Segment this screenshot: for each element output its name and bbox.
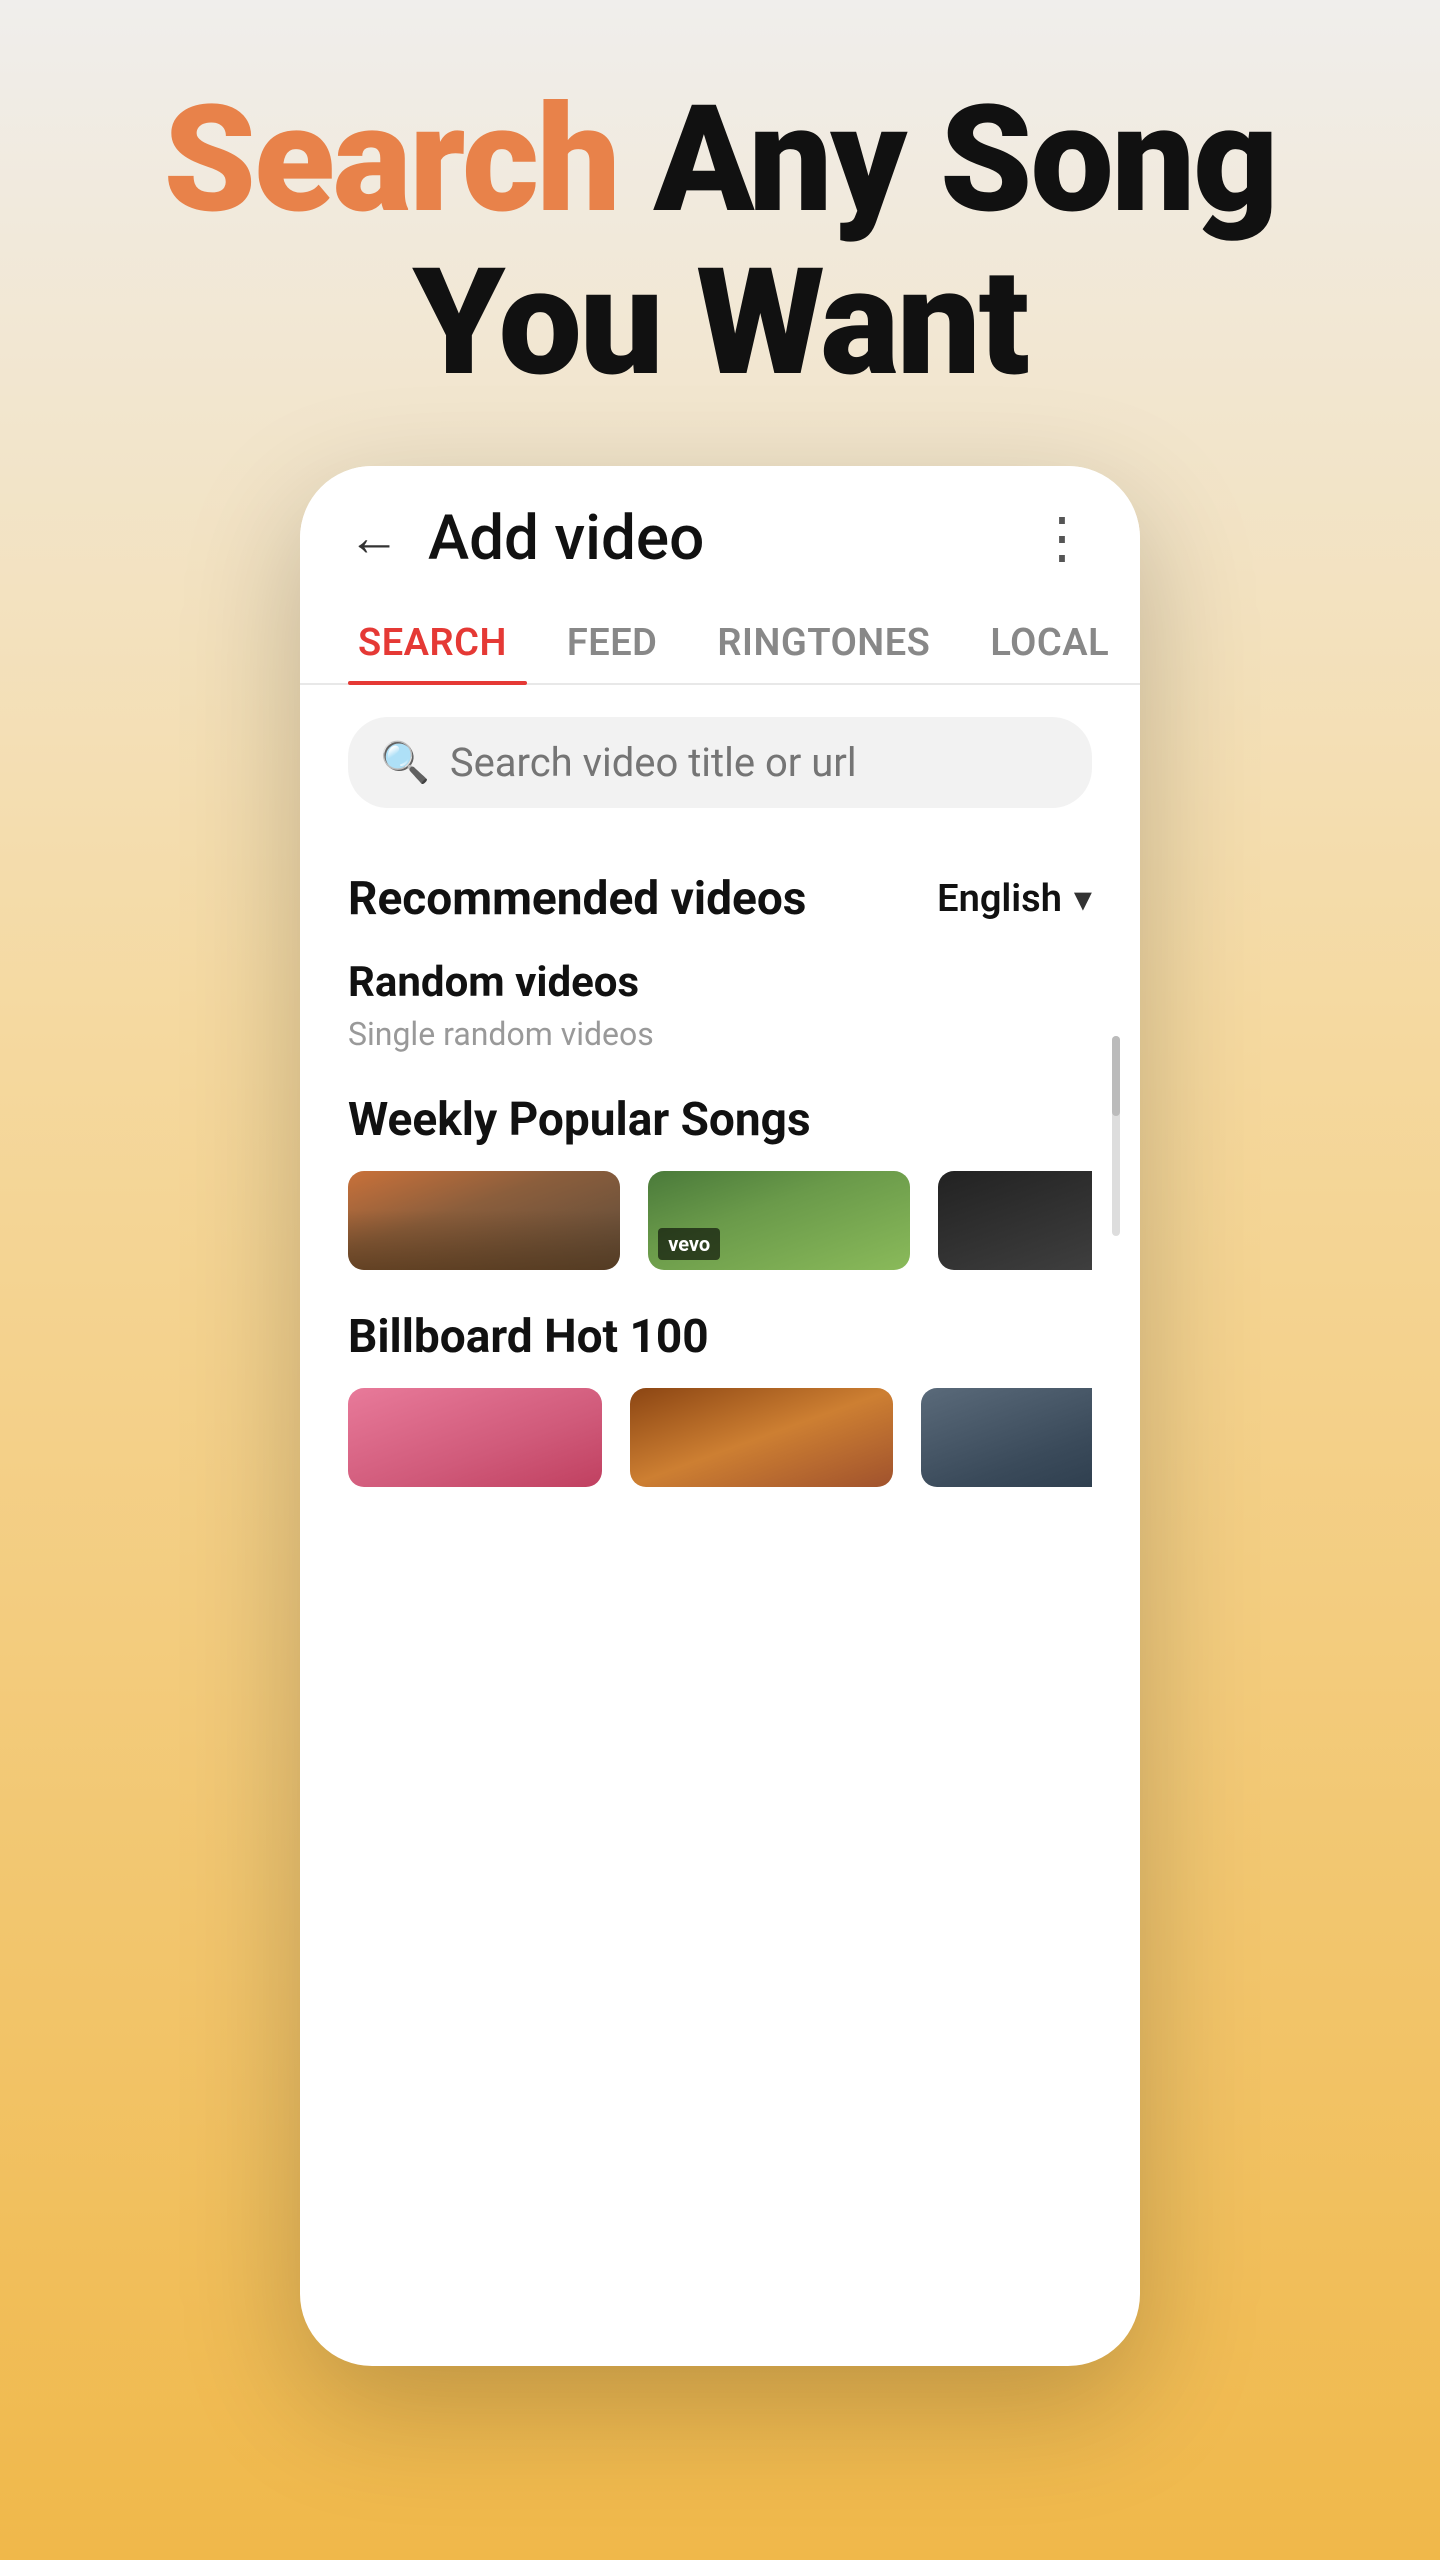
billboard-section: Billboard Hot 100 ROSÉ & Bruno ... ROSÉ … bbox=[348, 1310, 1092, 1487]
tab-search[interactable]: SEARCH bbox=[348, 599, 537, 683]
main-heading: Search Any Song You Want bbox=[80, 80, 1360, 406]
recommended-header: Recommended videos English ▾ bbox=[348, 872, 1092, 926]
search-container: 🔍 bbox=[300, 685, 1140, 832]
top-bar-left: ← Add video bbox=[348, 502, 704, 575]
video-card-post[interactable]: I Had Some H Post Malone bbox=[921, 1388, 1092, 1487]
weekly-popular-list: Benson Boone -... Benson Boone vevo Bed … bbox=[348, 1171, 1092, 1270]
video-thumb-rose bbox=[348, 1388, 602, 1487]
random-videos-title: Random videos bbox=[348, 958, 1092, 1007]
vevo-badge: vevo bbox=[658, 1228, 720, 1260]
video-card-teddy[interactable]: Teddy Swims - ... Teddy Swims bbox=[630, 1388, 893, 1487]
tab-local[interactable]: LOCAL bbox=[980, 599, 1139, 683]
top-bar: ← Add video ⋮ bbox=[300, 466, 1140, 599]
heading-highlight: Search bbox=[164, 74, 619, 247]
heading-line2: You Want bbox=[412, 237, 1027, 410]
video-card-benson[interactable]: Benson Boone -... Benson Boone bbox=[348, 1171, 620, 1270]
scrollbar-thumb[interactable] bbox=[1112, 1036, 1120, 1116]
video-card-rose[interactable]: ROSÉ & Bruno ... ROSÉ bbox=[348, 1388, 602, 1487]
language-text: English bbox=[937, 877, 1062, 921]
random-videos-section: Random videos Single random videos bbox=[348, 958, 1092, 1053]
weekly-popular-title: Weekly Popular Songs bbox=[348, 1093, 1092, 1147]
video-thumb-bedchem: vevo bbox=[648, 1171, 910, 1270]
video-thumb-tyler bbox=[938, 1171, 1092, 1270]
recommended-title: Recommended videos bbox=[348, 872, 806, 926]
video-card-tyler[interactable]: Tyler, The Cre David Dean Bur bbox=[938, 1171, 1092, 1270]
billboard-title: Billboard Hot 100 bbox=[348, 1310, 1092, 1364]
search-bar[interactable]: 🔍 bbox=[348, 717, 1092, 808]
billboard-list: ROSÉ & Bruno ... ROSÉ Teddy Swims - ... … bbox=[348, 1388, 1092, 1487]
tab-feed[interactable]: FEED bbox=[557, 599, 688, 683]
tab-ringtones[interactable]: RINGTONES bbox=[707, 599, 960, 683]
scrollbar[interactable] bbox=[1112, 1036, 1120, 1236]
language-selector[interactable]: English ▾ bbox=[937, 877, 1092, 921]
content-area: Recommended videos English ▾ Random vide… bbox=[300, 832, 1140, 1551]
dropdown-icon: ▾ bbox=[1074, 878, 1092, 920]
screen-title: Add video bbox=[428, 502, 704, 575]
video-thumb-teddy bbox=[630, 1388, 893, 1487]
search-icon: 🔍 bbox=[380, 739, 430, 786]
video-thumb-benson bbox=[348, 1171, 620, 1270]
page-heading: Search Any Song You Want bbox=[0, 80, 1440, 406]
random-videos-desc: Single random videos bbox=[348, 1015, 1092, 1053]
search-input[interactable] bbox=[450, 739, 1060, 786]
video-card-bedchem[interactable]: vevo Bed Chem (Offi... Sabrina Carpenter bbox=[648, 1171, 910, 1270]
more-options-icon[interactable]: ⋮ bbox=[1034, 505, 1092, 571]
phone-frame: ← Add video ⋮ SEARCH FEED RINGTONES LOCA… bbox=[300, 466, 1140, 2366]
tab-bar: SEARCH FEED RINGTONES LOCAL bbox=[300, 599, 1140, 685]
heading-rest: Any Song bbox=[619, 74, 1277, 247]
back-icon[interactable]: ← bbox=[348, 512, 400, 564]
video-thumb-post bbox=[921, 1388, 1092, 1487]
phone-inner: ← Add video ⋮ SEARCH FEED RINGTONES LOCA… bbox=[300, 466, 1140, 1551]
weekly-popular-section: Weekly Popular Songs Benson Boone -... B… bbox=[348, 1093, 1092, 1270]
